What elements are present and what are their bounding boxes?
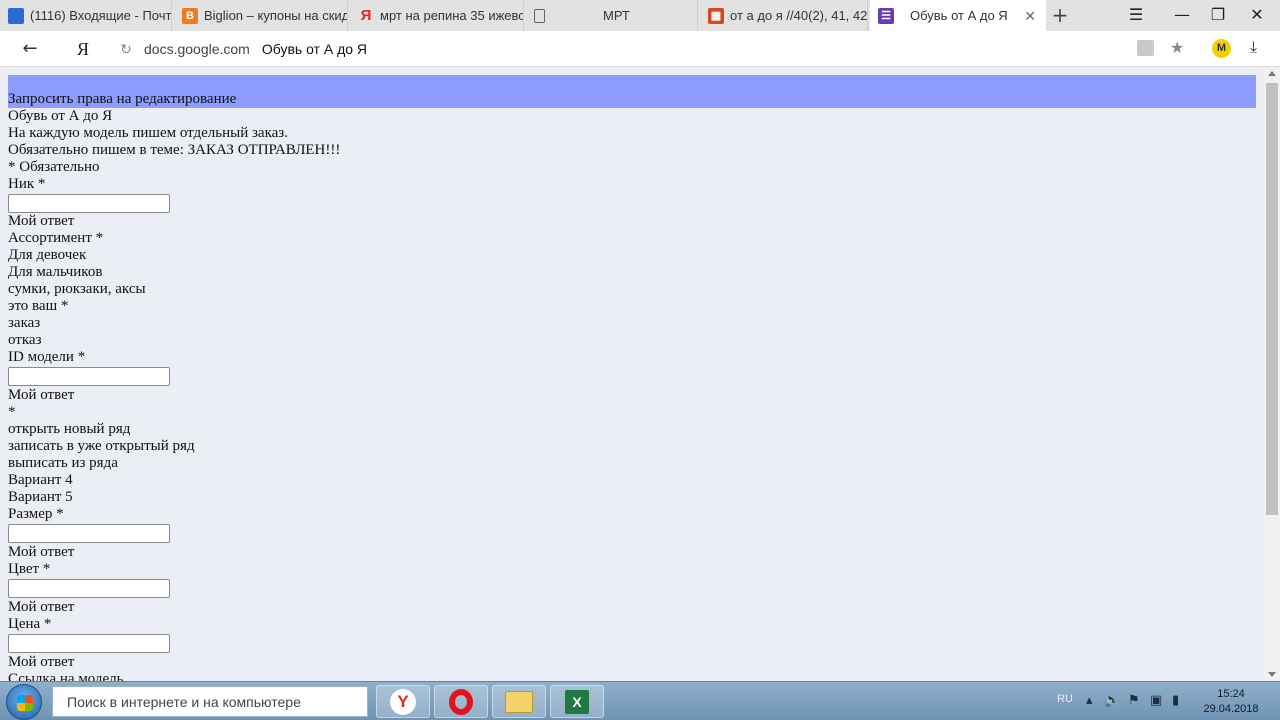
tab-strip: (1116) Входящие - Почта B Biglion – купо… xyxy=(0,0,1280,31)
page-viewport: Запросить права на редактирование Обувь … xyxy=(0,67,1264,681)
scroll-down-icon[interactable] xyxy=(1268,672,1276,677)
tab-mail[interactable]: (1116) Входящие - Почта xyxy=(0,0,172,31)
model-id-input[interactable] xyxy=(8,367,170,386)
size-input[interactable] xyxy=(8,524,170,543)
mail-icon xyxy=(8,7,24,24)
taskbar-file-explorer[interactable] xyxy=(492,685,546,718)
vertical-scrollbar[interactable] xyxy=(1264,67,1280,681)
form-description-line: На каждую модель пишем отдельный заказ. xyxy=(8,125,288,141)
menu-icon[interactable]: ☰ xyxy=(1124,4,1148,26)
row-option-5[interactable]: Вариант 5 xyxy=(8,489,1248,506)
windows-logo-icon xyxy=(17,695,33,711)
yandex-browser-icon: Y xyxy=(390,688,416,715)
nick-label: Ник * xyxy=(8,176,46,192)
assortment-label: Ассортимент * xyxy=(8,230,104,246)
google-form: Обувь от А до Я На каждую модель пишем о… xyxy=(8,108,1248,681)
tray-expand-icon[interactable]: ▴ xyxy=(1086,693,1093,708)
restore-icon[interactable]: ❐ xyxy=(1206,4,1230,26)
folder-icon xyxy=(505,690,533,713)
close-window-icon[interactable]: ✕ xyxy=(1245,4,1269,26)
model-id-label: ID модели * xyxy=(8,349,86,365)
nick-input[interactable] xyxy=(8,194,170,213)
assortment-option-bags[interactable]: сумки, рюкзаки, аксы xyxy=(8,281,1248,298)
answer-caption: Мой ответ xyxy=(8,654,75,670)
tab-yandex-search[interactable]: Я мрт на репина 35 ижевс xyxy=(350,0,524,31)
size-label: Размер * xyxy=(8,506,64,522)
answer-caption: Мой ответ xyxy=(8,599,75,615)
flag-icon[interactable]: ⚑ xyxy=(1128,693,1140,708)
system-clock[interactable]: 15:24 29.04.2018 xyxy=(1196,687,1266,717)
tab-title: (1116) Входящие - Почта xyxy=(30,8,171,23)
assortment-option-boys[interactable]: Для мальчиков xyxy=(8,264,1248,281)
price-label: Цена * xyxy=(8,616,52,632)
answer-caption: Мой ответ xyxy=(8,387,75,403)
row-option-existing[interactable]: записать в уже открытый ряд xyxy=(8,438,1248,455)
back-arrow-icon[interactable]: ← xyxy=(18,37,42,61)
network-icon[interactable]: ▮ xyxy=(1172,693,1179,708)
bookmark-star-icon[interactable]: ★ xyxy=(1170,38,1184,57)
tab-title: от а до я //40(2), 41, 42, 4 xyxy=(730,8,867,23)
tab-title: Обувь от А до Я xyxy=(910,8,1008,23)
answer-caption: Мой ответ xyxy=(8,213,75,229)
taskbar-excel[interactable]: X xyxy=(550,685,604,718)
language-indicator[interactable]: RU xyxy=(1057,693,1073,705)
order-type-option-order[interactable]: заказ xyxy=(8,315,1248,332)
request-edit-link[interactable]: Запросить права на редактирование xyxy=(8,91,236,108)
power-icon[interactable]: ▣ xyxy=(1150,693,1162,708)
site-icon: ▦ xyxy=(708,7,724,24)
row-option-new[interactable]: открыть новый ряд xyxy=(8,421,1248,438)
form-description-line: Обязательно пишем в теме: ЗАКАЗ ОТПРАВЛЕ… xyxy=(8,142,341,158)
tab-site[interactable]: ▦ от а до я //40(2), 41, 42, 4 xyxy=(700,0,868,31)
windows-taskbar: Поиск в интернете и на компьютере Y X RU… xyxy=(0,681,1280,720)
scroll-up-icon[interactable] xyxy=(1268,71,1276,76)
row-action-label: * xyxy=(8,404,16,420)
lock-icon[interactable] xyxy=(1137,40,1154,56)
browser-toolbar: ← Я ↻ docs.google.com Обувь от А до Я xyxy=(0,31,1280,67)
tab-biglion[interactable]: B Biglion – купоны на скид xyxy=(174,0,348,31)
tab-title: МРТ xyxy=(603,8,630,23)
volume-icon[interactable]: 🔈 xyxy=(1104,693,1120,708)
order-type-option-refusal[interactable]: отказ xyxy=(8,332,1248,349)
reload-icon[interactable]: ↻ xyxy=(116,41,136,58)
clock-time: 15:24 xyxy=(1217,688,1245,700)
address-bar[interactable]: ↻ docs.google.com Обувь от А до Я xyxy=(112,35,1200,63)
opera-icon xyxy=(449,688,473,715)
address-domain: docs.google.com xyxy=(144,41,250,57)
link-label: Ссылка на модель xyxy=(8,671,124,681)
excel-icon: X xyxy=(565,689,589,714)
row-option-remove[interactable]: выписать из ряда xyxy=(8,455,1248,472)
avatar[interactable]: M xyxy=(1212,39,1231,58)
tab-title: Biglion – купоны на скид xyxy=(204,8,347,23)
yandex-icon: Я xyxy=(360,7,372,24)
assortment-option-girls[interactable]: Для девочек xyxy=(8,247,1248,264)
new-tab-button[interactable]: + xyxy=(1048,3,1072,27)
minimize-icon[interactable]: — xyxy=(1170,4,1194,26)
biglion-icon: B xyxy=(182,7,198,24)
taskbar-yandex-browser[interactable]: Y xyxy=(376,685,430,718)
color-input[interactable] xyxy=(8,579,170,598)
yandex-home-button[interactable]: Я xyxy=(72,37,94,61)
form-title: Обувь от А до Я xyxy=(8,108,113,124)
scrollbar-thumb[interactable] xyxy=(1266,83,1278,515)
row-option-4[interactable]: Вариант 4 xyxy=(8,472,1248,489)
color-label: Цвет * xyxy=(8,561,51,577)
download-icon[interactable]: ⤓ xyxy=(1250,37,1257,57)
order-type-label: это ваш * xyxy=(8,298,69,314)
address-page-title: Обувь от А до Я xyxy=(261,41,368,57)
price-input[interactable] xyxy=(8,634,170,653)
taskbar-search-input[interactable]: Поиск в интернете и на компьютере xyxy=(52,686,368,717)
taskbar-opera[interactable] xyxy=(434,685,488,718)
document-icon xyxy=(534,8,545,23)
start-button[interactable] xyxy=(6,684,42,720)
edit-request-banner: Запросить права на редактирование xyxy=(8,75,1256,108)
answer-caption: Мой ответ xyxy=(8,544,75,560)
google-forms-icon: ☰ xyxy=(878,7,894,24)
tab-title: мрт на репина 35 ижевс xyxy=(380,8,523,23)
close-tab-icon[interactable]: ✕ xyxy=(1024,8,1036,25)
required-note: * Обязательно xyxy=(8,159,100,175)
tab-mrt[interactable]: МРТ xyxy=(526,0,698,31)
tab-active-form[interactable]: ☰ Обувь от А до Я ✕ xyxy=(870,0,1046,31)
clock-date: 29.04.2018 xyxy=(1203,703,1259,715)
